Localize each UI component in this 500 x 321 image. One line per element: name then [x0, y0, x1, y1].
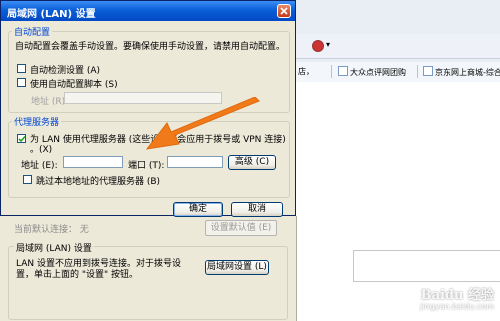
checkmark-icon: [18, 135, 26, 143]
page-icon: [338, 66, 348, 76]
baidu-watermark: Baidu 经验 jingyan.baidu.com: [372, 282, 500, 316]
set-default-button[interactable]: 设置默认值 (E): [205, 220, 277, 236]
auto-detect-label: 自动检测设置 (A): [30, 66, 101, 76]
auto-detect-checkbox[interactable]: [17, 64, 26, 73]
lan-settings-button[interactable]: 局域网设置 (L): [205, 260, 269, 275]
divider: [417, 65, 418, 78]
dialog-title: 局域网 (LAN) 设置: [7, 9, 96, 20]
close-icon: [280, 7, 288, 15]
use-script-checkbox[interactable]: [17, 78, 26, 87]
lan-settings-group-title: 局域网 (LAN) 设置: [14, 241, 94, 254]
proxy-port-label: 端口 (T):: [128, 161, 165, 171]
feed-icon[interactable]: [312, 40, 324, 52]
proxy-address-label: 地址 (E):: [21, 161, 58, 171]
chevron-down-icon[interactable]: ▾: [326, 40, 330, 49]
use-proxy-label-suffix: 。(X): [30, 145, 53, 155]
use-proxy-checkbox[interactable]: [17, 134, 26, 143]
page-content-box: [353, 250, 500, 282]
title-bar[interactable]: 局域网 (LAN) 设置: [1, 1, 295, 21]
proxy-address-input[interactable]: [63, 156, 123, 168]
annotation-arrow-icon: [145, 97, 260, 150]
favorites-link[interactable]: 店，: [298, 66, 314, 77]
favorites-bar: 店， 大众点评网团购 京东网上商城-综合: [296, 62, 500, 83]
advanced-button[interactable]: 高级 (C): [228, 155, 276, 170]
divider: [331, 65, 332, 78]
watermark-url: jingyan.baidu.com: [420, 302, 494, 311]
proxy-server-title: 代理服务器: [12, 115, 62, 128]
current-default-connection: 当前默认连接： 无: [14, 225, 89, 235]
bypass-local-checkbox[interactable]: [23, 175, 32, 184]
cancel-button[interactable]: 取消: [231, 202, 283, 217]
favorites-link[interactable]: 京东网上商城-综合: [423, 66, 500, 78]
ok-button[interactable]: 确定: [173, 202, 223, 217]
lan-settings-description: LAN 设置不应用到拨号连接。对于拨号设置，单击上面的 "设置" 按钮。: [16, 259, 181, 280]
auto-config-description: 自动配置会覆盖手动设置。要确保使用手动设置，请禁用自动配置。: [15, 42, 286, 52]
browser-toolbar: ▾: [296, 34, 500, 59]
auto-config-title: 自动配置: [12, 25, 53, 38]
page-icon: [423, 66, 433, 76]
proxy-port-input[interactable]: [167, 156, 223, 168]
watermark-text: Baidu 经验: [420, 288, 494, 303]
bypass-local-label: 跳过本地地址的代理服务器 (B): [36, 177, 161, 187]
script-address-label: 地址 (R): [31, 97, 66, 107]
favorites-link[interactable]: 大众点评网团购: [338, 66, 406, 78]
use-script-label: 使用自动配置脚本 (S): [30, 80, 118, 90]
close-button[interactable]: [277, 4, 291, 18]
lan-settings-dialog: 局域网 (LAN) 设置 自动配置 自动配置会覆盖手动设置。要确保使用手动设置，…: [0, 0, 296, 217]
internet-options-dialog: 当前默认连接： 无 设置默认值 (E) 局域网 (LAN) 设置 LAN 设置不…: [0, 216, 297, 321]
lan-settings-group: [8, 246, 288, 320]
